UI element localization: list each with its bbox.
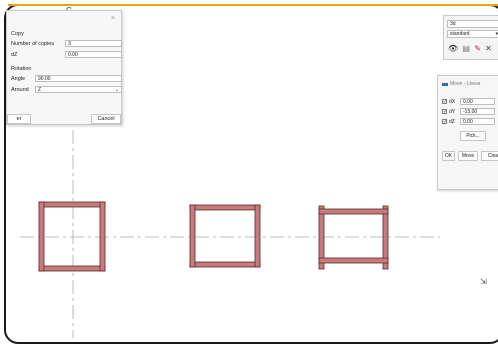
close-icon[interactable]: ✕ bbox=[485, 44, 493, 53]
dz-checkbox[interactable]: ✓ bbox=[442, 119, 447, 125]
angle-input[interactable]: 90.00 bbox=[35, 75, 122, 82]
cancel-button[interactable]: Cancel bbox=[91, 114, 121, 124]
copies-input[interactable]: 3 bbox=[65, 40, 122, 47]
ok-button[interactable]: OK bbox=[442, 151, 455, 161]
toolbar-icons: 👁 ▤ ✎ ✕ bbox=[448, 44, 493, 53]
view-select[interactable]: 3d bbox=[447, 20, 498, 28]
dx-label: dX bbox=[449, 99, 456, 105]
dy-checkbox[interactable]: ✓ bbox=[442, 109, 447, 115]
move-linear-dialog: Move - Linear ✓ dX 0.00 ✓ dY -15.00 ✓ dZ… bbox=[437, 75, 498, 190]
around-label: Around bbox=[11, 87, 29, 93]
view-toolbar: 3d standard ▾ 👁 ▤ ✎ ✕ bbox=[443, 15, 498, 60]
copies-label: Number of copies bbox=[11, 41, 55, 47]
dx-input[interactable]: 0.00 bbox=[460, 98, 495, 105]
dz-label: dZ bbox=[11, 52, 18, 58]
eye-icon[interactable]: 👁 bbox=[448, 44, 459, 53]
style-select[interactable]: standard ▾ bbox=[447, 30, 498, 38]
move-icon bbox=[442, 83, 448, 86]
chevron-down-icon: ⌄ bbox=[114, 87, 119, 93]
close-icon[interactable]: × bbox=[111, 15, 115, 22]
angle-label: Angle bbox=[11, 76, 26, 82]
dy-input[interactable]: -15.00 bbox=[460, 108, 495, 115]
around-select[interactable]: Z ⌄ bbox=[35, 86, 122, 93]
copy-title: Copy bbox=[11, 31, 24, 37]
mouse-cursor-icon: ⇲ bbox=[480, 277, 487, 286]
clear-button[interactable]: Clea bbox=[481, 151, 498, 161]
frame-member-2 bbox=[189, 204, 261, 268]
style-select-value: standard bbox=[450, 31, 470, 37]
dx-checkbox[interactable]: ✓ bbox=[442, 99, 447, 105]
dz-label: dZ bbox=[449, 119, 455, 125]
rotation-header: Rotation bbox=[11, 66, 32, 72]
move-button[interactable]: Move bbox=[458, 151, 478, 161]
frame-member-3 bbox=[318, 205, 389, 270]
pick-button[interactable]: Pick... bbox=[460, 131, 486, 141]
paint-icon[interactable]: ✎ bbox=[474, 44, 482, 53]
frame-member-1 bbox=[38, 201, 106, 272]
dz-input[interactable]: 0.00 bbox=[65, 51, 122, 58]
dz-input[interactable]: 0.00 bbox=[460, 118, 495, 125]
dy-label: dY bbox=[449, 109, 456, 115]
layers-icon[interactable]: ▤ bbox=[462, 44, 471, 53]
move-title: Move - Linear bbox=[450, 81, 481, 87]
around-select-value: Z bbox=[38, 87, 42, 93]
ok-button[interactable]: er bbox=[7, 114, 31, 124]
copy-dialog: × Copy Number of copies 3 dZ 0.00 Rotati… bbox=[6, 10, 122, 125]
